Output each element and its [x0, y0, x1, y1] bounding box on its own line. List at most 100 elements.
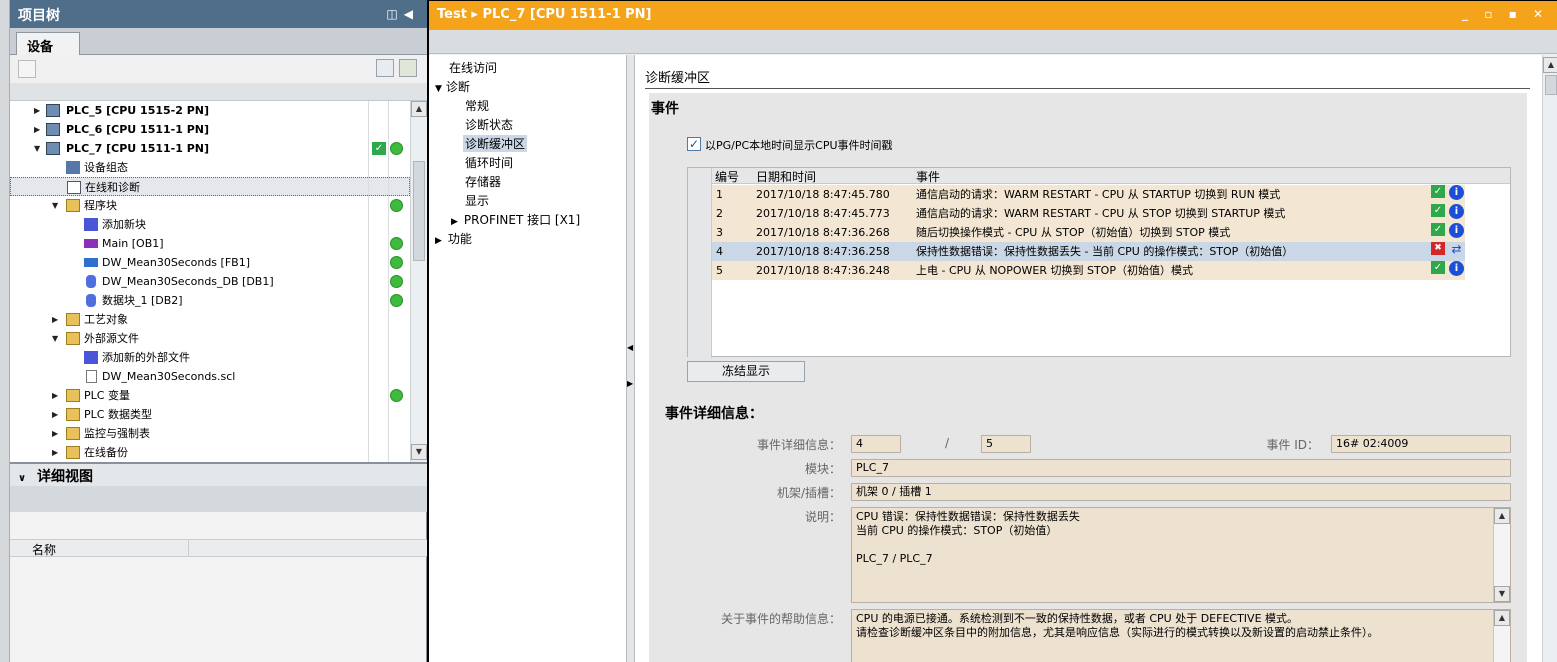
event-row[interactable]: 3 2017/10/18 8:47:36.268 随后切换操作模式 - CPU …	[712, 223, 1465, 242]
event-info-icon[interactable]: i	[1449, 185, 1464, 200]
nav-diagnostics[interactable]: ▼ 诊断	[435, 78, 470, 95]
event-text: 保持性数据错误：保持性数据丢失 - 当前 CPU 的操作模式：STOP（初始值）	[916, 245, 1294, 258]
nav-display[interactable]: 显示	[465, 192, 489, 209]
nav-splitter[interactable]: ◀ ▶	[627, 55, 635, 662]
expand-right-icon[interactable]: ▶	[627, 379, 633, 388]
tree-item-watch-tables[interactable]: ▶ 监控与强制表	[10, 424, 410, 443]
col-event[interactable]: 事件	[916, 168, 940, 185]
tree-item-label: 程序块	[84, 199, 117, 212]
event-number: 1	[716, 188, 723, 201]
scroll-thumb[interactable]	[1545, 75, 1557, 95]
help-scrollbar[interactable]: ▲	[1493, 610, 1510, 662]
event-info-icon[interactable]: i	[1449, 223, 1464, 238]
tab-devices[interactable]: 设备	[16, 32, 80, 55]
event-info-icon[interactable]: i	[1449, 204, 1464, 219]
project-tree-title-bar: 项目树 ◫◀	[10, 0, 427, 28]
expand-arrow-icon[interactable]: ▶	[34, 120, 44, 139]
project-tree-scrollbar[interactable]: ▲ ▼	[410, 101, 427, 462]
expand-arrow-icon[interactable]: ▶	[52, 424, 62, 443]
tree-item-scl-file[interactable]: DW_Mean30Seconds.scl	[10, 367, 410, 386]
tree-item-db1[interactable]: DW_Mean30Seconds_DB [DB1]	[10, 272, 410, 291]
tree-item-program-blocks[interactable]: ▼ 程序块	[10, 196, 410, 215]
event-transition-icon[interactable]: ⇄	[1449, 242, 1464, 257]
tree-item-db2[interactable]: 数据块_1 [DB2]	[10, 291, 410, 310]
tree-item-device-config[interactable]: 设备组态	[10, 158, 410, 177]
network-view-icon[interactable]	[399, 59, 417, 77]
scroll-up-icon[interactable]: ▲	[1543, 57, 1557, 73]
tree-item-plc-tags[interactable]: ▶ PLC 变量	[10, 386, 410, 405]
editor-window: Test ▸ PLC_7 [CPU 1511-1 PN] _ ▫ ▪ ✕ 在线访…	[427, 0, 1557, 662]
add-device-icon[interactable]	[18, 60, 36, 78]
expand-arrow-icon[interactable]: ▶	[451, 217, 458, 227]
expand-arrow-icon[interactable]: ▶	[52, 386, 62, 405]
scroll-up-icon[interactable]: ▲	[1494, 508, 1510, 524]
col-datetime[interactable]: 日期和时间	[756, 168, 816, 185]
tree-item-label: Main [OB1]	[102, 237, 164, 250]
event-row-selected[interactable]: 4 2017/10/18 8:47:36.258 保持性数据错误：保持性数据丢失…	[712, 242, 1465, 261]
column-name-header[interactable]: 名称	[32, 541, 56, 558]
tree-item-plc6[interactable]: ▶ PLC_6 [CPU 1511-1 PN]	[10, 120, 410, 139]
nav-diagnostic-status[interactable]: 诊断状态	[465, 116, 513, 133]
panel-pin-icon[interactable]: ◫◀	[386, 7, 419, 21]
scroll-up-icon[interactable]: ▲	[1494, 610, 1510, 626]
local-time-checkbox[interactable]: ✓	[687, 137, 701, 151]
project-tree-toolbar	[10, 55, 427, 83]
scroll-thumb[interactable]	[413, 161, 425, 261]
tree-item-online-backups[interactable]: ▶ 在线备份	[10, 443, 410, 462]
section-title: 诊断缓冲区	[645, 67, 1530, 89]
event-detail-index-field[interactable]: 4	[851, 435, 901, 453]
col-number[interactable]: 编号	[715, 168, 739, 185]
content-scrollbar[interactable]: ▲	[1542, 55, 1557, 662]
nav-general[interactable]: 常规	[465, 97, 489, 114]
table-view-icon[interactable]	[376, 59, 394, 77]
tree-item-plc-data-types[interactable]: ▶ PLC 数据类型	[10, 405, 410, 424]
event-row[interactable]: 1 2017/10/18 8:47:45.780 通信启动的请求：WARM RE…	[712, 185, 1465, 204]
tree-item-add-block[interactable]: 添加新块	[10, 215, 410, 234]
tree-item-plc5[interactable]: ▶ PLC_5 [CPU 1515-2 PN]	[10, 101, 410, 120]
nav-online-access[interactable]: 在线访问	[449, 59, 497, 76]
tree-item-main-ob1[interactable]: Main [OB1]	[10, 234, 410, 253]
scroll-down-icon[interactable]: ▼	[411, 444, 427, 460]
expand-arrow-icon[interactable]: ▶	[52, 310, 62, 329]
expand-arrow-icon[interactable]: ▶	[52, 443, 62, 462]
nav-functions[interactable]: ▶ 功能	[435, 230, 472, 247]
event-number: 3	[716, 226, 723, 239]
scroll-up-icon[interactable]: ▲	[411, 101, 427, 117]
freeze-display-button[interactable]: 冻结显示	[687, 361, 805, 382]
window-controls-icon[interactable]: _ ▫ ▪ ✕	[1462, 7, 1549, 21]
tree-item-label: PLC 数据类型	[84, 408, 152, 421]
nav-memory[interactable]: 存储器	[465, 173, 501, 190]
tree-item-technology-objects[interactable]: ▶ 工艺对象	[10, 310, 410, 329]
expand-arrow-icon[interactable]: ▶	[435, 236, 442, 246]
tree-item-external-sources[interactable]: ▼ 外部源文件	[10, 329, 410, 348]
description-scrollbar[interactable]: ▲ ▼	[1493, 508, 1510, 602]
tree-item-label: 外部源文件	[84, 332, 139, 345]
nav-label: PROFINET 接口 [X1]	[463, 213, 581, 227]
status-ok-icon	[390, 294, 403, 307]
tree-item-plc7[interactable]: ▼ PLC_7 [CPU 1511-1 PN] ✓	[10, 139, 410, 158]
tree-item-fb1[interactable]: DW_Mean30Seconds [FB1]	[10, 253, 410, 272]
tree-item-add-external-file[interactable]: 添加新的外部文件	[10, 348, 410, 367]
detail-view-title-bar[interactable]: ∨ 详细视图	[10, 464, 427, 486]
expand-arrow-icon[interactable]: ▶	[34, 101, 44, 120]
collapse-arrow-icon[interactable]: ▼	[435, 84, 442, 94]
nav-cycle-time[interactable]: 循环时间	[465, 154, 513, 171]
nav-profinet[interactable]: ▶ PROFINET 接口 [X1]	[451, 211, 580, 228]
event-row[interactable]: 2 2017/10/18 8:47:45.773 通信启动的请求：WARM RE…	[712, 204, 1465, 223]
nav-diagnostic-buffer[interactable]: 诊断缓冲区	[463, 135, 528, 152]
event-row[interactable]: 5 2017/10/18 8:47:36.248 上电 - CPU 从 NOPO…	[712, 261, 1465, 280]
diagnostics-icon	[67, 181, 81, 194]
help-field: CPU 的电源已接通。系统检测到不一致的保持性数据，或者 CPU 处于 DEFE…	[851, 609, 1511, 662]
collapse-arrow-icon[interactable]: ▼	[34, 139, 44, 158]
expand-arrow-icon[interactable]: ▶	[52, 405, 62, 424]
scroll-down-icon[interactable]: ▼	[1494, 586, 1510, 602]
collapse-left-icon[interactable]: ◀	[627, 343, 633, 352]
event-text: 随后切换操作模式 - CPU 从 STOP（初始值）切换到 STOP 模式	[916, 226, 1231, 239]
rack-slot-field: 机架 0 / 插槽 1	[851, 483, 1511, 501]
collapse-arrow-icon[interactable]: ∨	[18, 473, 26, 484]
event-info-icon[interactable]: i	[1449, 261, 1464, 276]
folder-icon	[66, 389, 80, 402]
tree-item-online-diagnostics[interactable]: 在线和诊断	[10, 177, 410, 196]
collapse-arrow-icon[interactable]: ▼	[52, 196, 62, 215]
collapse-arrow-icon[interactable]: ▼	[52, 329, 62, 348]
